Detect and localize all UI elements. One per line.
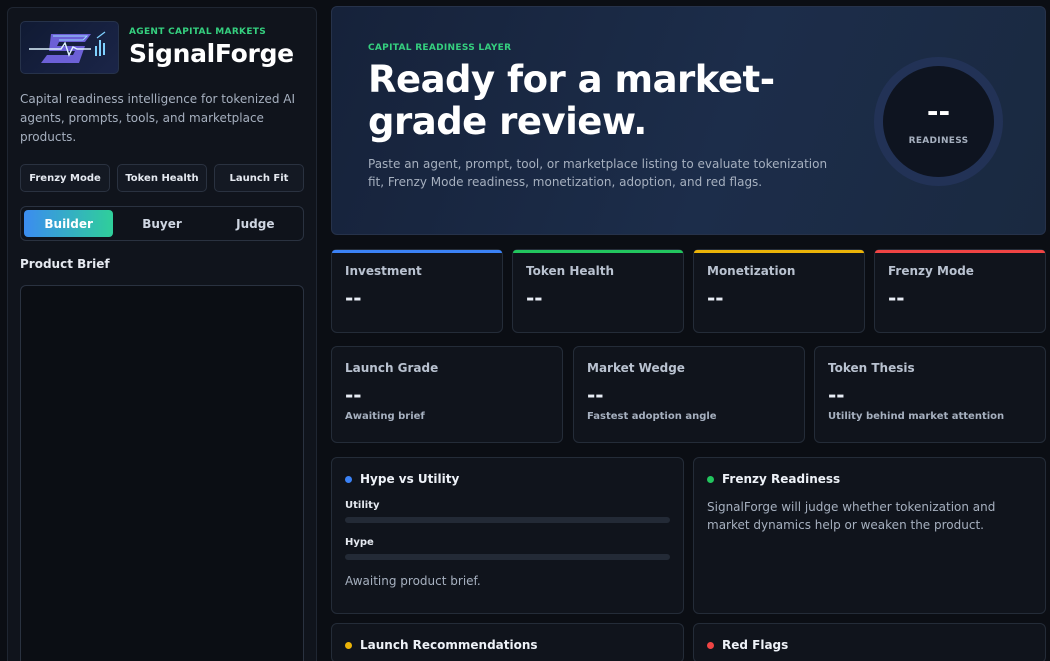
panel-title: Launch Recommendations [360, 638, 538, 652]
metric-card-frenzy-mode: Frenzy Mode -- [874, 249, 1046, 333]
metric-accent [875, 250, 1045, 253]
chip-launch-fit[interactable]: Launch Fit [214, 164, 304, 192]
metric-value: -- [345, 286, 362, 310]
mode-toggle: Builder Buyer Judge [20, 206, 304, 241]
readiness-label: READINESS [908, 135, 969, 146]
panel-header: Red Flags [707, 638, 1032, 652]
sidebar: AGENT CAPITAL MARKETS SignalForge Capita… [7, 7, 317, 661]
grade-note: Fastest adoption angle [587, 411, 717, 422]
frenzy-readiness-panel: Frenzy Readiness SignalForge will judge … [693, 457, 1046, 614]
panel-header: Hype vs Utility [345, 472, 670, 486]
signalforge-logo [20, 21, 119, 74]
hype-bar [345, 554, 670, 560]
chip-token-health[interactable]: Token Health [117, 164, 207, 192]
mode-judge-button[interactable]: Judge [211, 210, 300, 237]
metric-title: Token Health [526, 264, 615, 278]
frenzy-readiness-text: SignalForge will judge whether tokenizat… [707, 500, 996, 532]
hero-kicker: CAPITAL READINESS LAYER [368, 43, 512, 53]
metric-accent [694, 250, 864, 253]
metric-card-monetization: Monetization -- [693, 249, 865, 333]
grade-card-token-thesis: Token Thesis -- Utility behind market at… [814, 346, 1046, 443]
hype-vs-utility-panel: Hype vs Utility Utility Hype Awaiting pr… [331, 457, 684, 614]
metric-value: -- [888, 286, 905, 310]
status-dot-icon [345, 641, 352, 649]
utility-bar [345, 517, 670, 523]
brand-tagline: Capital readiness intelligence for token… [20, 92, 296, 144]
hero-panel: CAPITAL READINESS LAYER Ready for a mark… [331, 6, 1046, 235]
product-brief-label: Product Brief [20, 257, 110, 271]
readiness-ring: -- READINESS [874, 57, 1003, 186]
grade-title: Token Thesis [828, 361, 915, 375]
panel-header: Frenzy Readiness [707, 472, 1032, 486]
quick-chips: Frenzy Mode Token Health Launch Fit [20, 164, 304, 192]
grade-value: -- [828, 383, 845, 407]
metric-accent [513, 250, 683, 253]
readiness-value: -- [926, 94, 951, 128]
grade-title: Market Wedge [587, 361, 685, 375]
launch-recommendations-panel: Launch Recommendations [331, 623, 684, 661]
brand-kicker: AGENT CAPITAL MARKETS [129, 27, 266, 37]
panel-title: Frenzy Readiness [722, 472, 841, 486]
mode-builder-button[interactable]: Builder [24, 210, 114, 237]
panel-title: Red Flags [722, 638, 789, 652]
chip-frenzy-mode[interactable]: Frenzy Mode [20, 164, 110, 192]
grade-title: Launch Grade [345, 361, 439, 375]
metric-title: Monetization [707, 264, 796, 278]
panel-title: Hype vs Utility [360, 472, 460, 486]
metric-value: -- [707, 286, 724, 310]
hero-title: Ready for a market-grade review. [368, 58, 775, 143]
hype-label: Hype [345, 537, 374, 548]
metric-title: Investment [345, 264, 422, 278]
metric-value: -- [526, 286, 543, 310]
grade-note: Awaiting brief [345, 411, 425, 422]
metric-card-investment: Investment -- [331, 249, 503, 333]
grade-value: -- [345, 383, 362, 407]
status-dot-icon [345, 475, 352, 483]
hype-utility-status: Awaiting product brief. [345, 574, 481, 588]
metric-accent [332, 250, 502, 253]
brand-name: SignalForge [129, 39, 294, 68]
mode-buyer-button[interactable]: Buyer [117, 210, 206, 237]
panel-header: Launch Recommendations [345, 638, 670, 652]
red-flags-panel: Red Flags [693, 623, 1046, 661]
grade-note: Utility behind market attention [828, 411, 1005, 422]
grade-card-market-wedge: Market Wedge -- Fastest adoption angle [573, 346, 805, 443]
grade-card-launch-grade: Launch Grade -- Awaiting brief [331, 346, 563, 443]
grade-value: -- [587, 383, 604, 407]
metric-title: Frenzy Mode [888, 264, 974, 278]
hero-subtitle: Paste an agent, prompt, tool, or marketp… [368, 157, 828, 189]
product-brief-input[interactable] [20, 285, 304, 661]
metric-card-token-health: Token Health -- [512, 249, 684, 333]
utility-label: Utility [345, 500, 380, 511]
status-dot-icon [707, 475, 714, 483]
status-dot-icon [707, 641, 714, 649]
brand-header: AGENT CAPITAL MARKETS SignalForge [20, 21, 304, 74]
logo-graphic-icon [29, 31, 106, 63]
brand-text: AGENT CAPITAL MARKETS SignalForge [129, 27, 294, 68]
